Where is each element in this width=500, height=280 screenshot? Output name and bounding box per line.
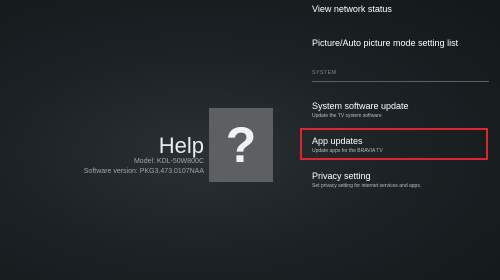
menu-item-label: Picture/Auto picture mode setting list	[312, 38, 459, 48]
menu-item-network-status[interactable]: View network status	[312, 4, 492, 14]
software-version: Software version: PKG3.473.0107NAA	[83, 168, 204, 175]
menu-item-system-software-update[interactable]: System software update Update the TV sys…	[312, 101, 492, 119]
menu-item-description: Set privacy setting for internet service…	[312, 183, 422, 189]
help-info-panel: Help Model: KDL-50W800C Software version…	[0, 0, 300, 280]
question-mark-icon: ?	[225, 117, 257, 173]
help-tile: ?	[209, 108, 273, 182]
section-divider	[312, 81, 489, 82]
menu-item-label: Privacy setting	[312, 171, 371, 181]
selection-highlight	[300, 128, 488, 160]
menu-item-label: View network status	[312, 4, 392, 14]
section-header-system: SYSTEM	[312, 70, 337, 76]
menu-item-description: Update the TV system software	[312, 113, 382, 119]
model-number: Model: KDL-50W800C	[133, 158, 204, 165]
menu-item-privacy-setting[interactable]: Privacy setting Set privacy setting for …	[312, 171, 492, 189]
menu-item-label: System software update	[312, 101, 409, 111]
menu-item-picture-mode[interactable]: Picture/Auto picture mode setting list	[312, 38, 492, 48]
help-title: Help	[158, 133, 204, 158]
